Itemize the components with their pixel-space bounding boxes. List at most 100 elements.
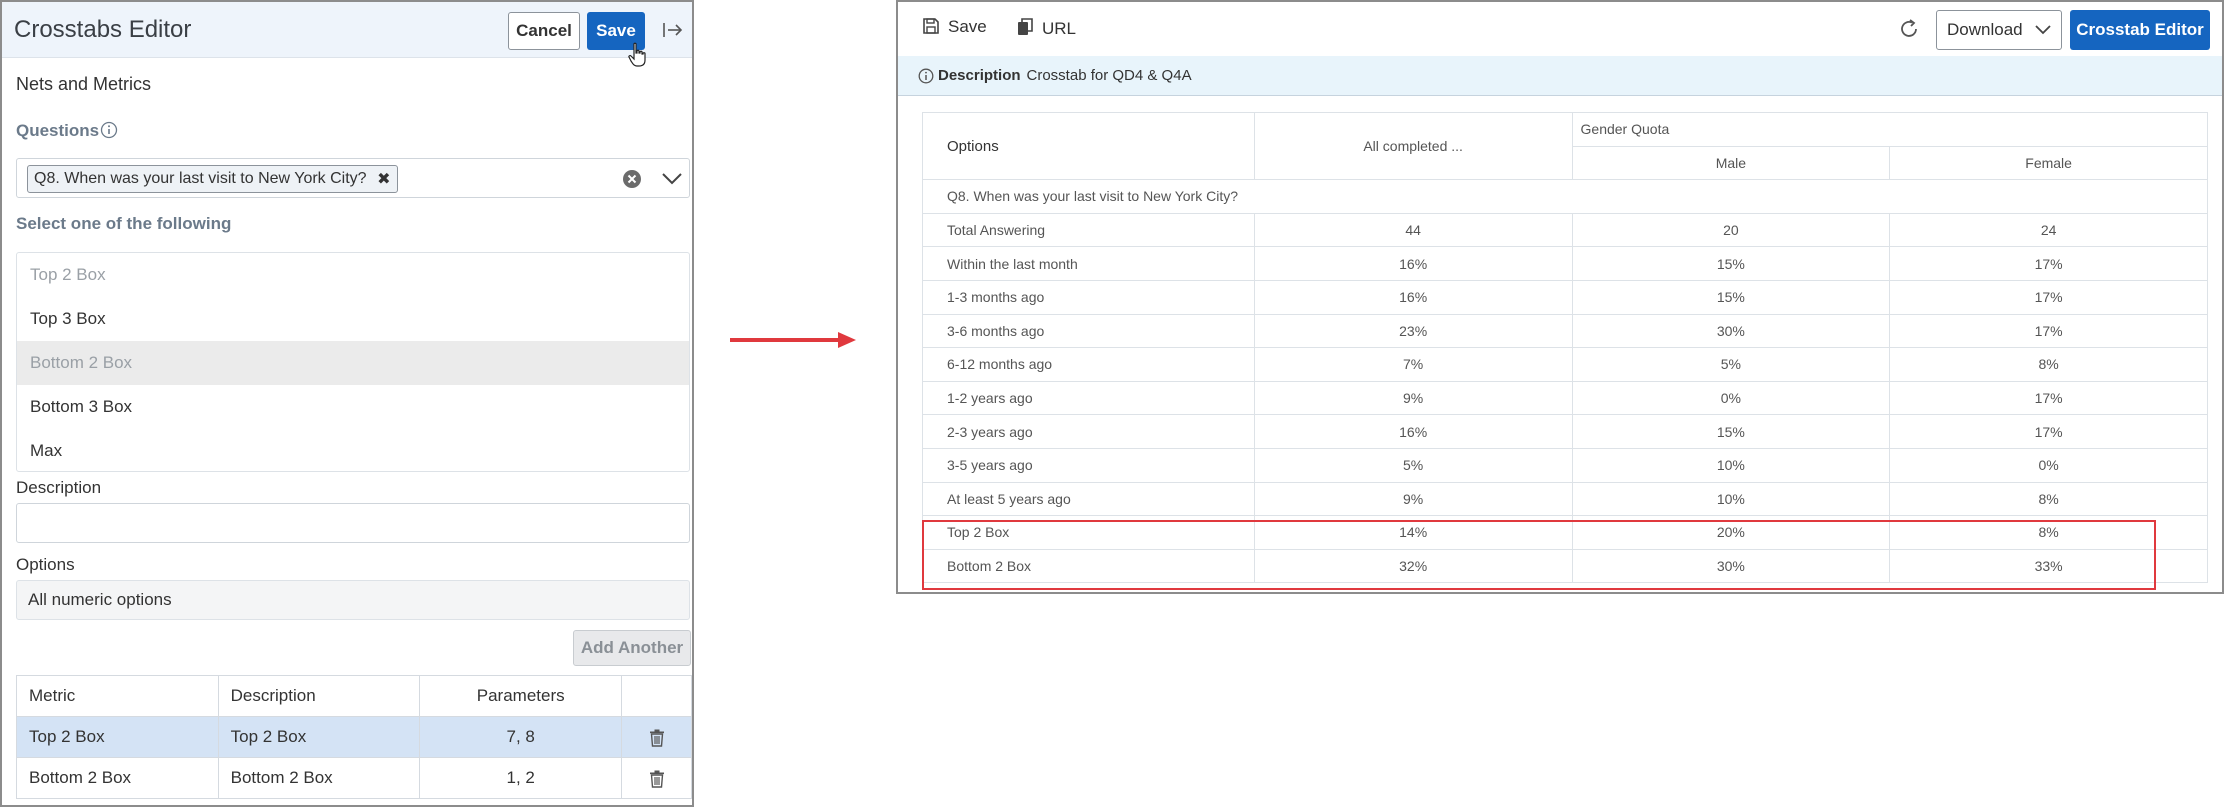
add-another-button[interactable]: Add Another xyxy=(573,630,691,666)
refresh-icon[interactable] xyxy=(1898,18,1920,40)
row-label: 1-2 years ago xyxy=(922,380,1255,416)
male-value: 15% xyxy=(1571,279,1891,315)
options-field[interactable]: All numeric options xyxy=(16,580,690,620)
male-value: 15% xyxy=(1571,414,1891,449)
female-value: 17% xyxy=(1889,414,2208,449)
male-value: 20 xyxy=(1571,212,1891,248)
copy-icon xyxy=(1018,18,1033,35)
metric-cell: Bottom 2 Box xyxy=(16,757,219,799)
table-row: Within the last month 16% 15% 17% xyxy=(922,246,2208,281)
description-bold-label: Description xyxy=(938,67,1021,84)
male-value: 30% xyxy=(1571,548,1891,584)
male-value: 20% xyxy=(1571,515,1891,550)
table-row[interactable]: Bottom 2 Box Bottom 2 Box 1, 2 xyxy=(16,757,692,799)
parameters-cell: 7, 8 xyxy=(419,716,623,758)
editor-title: Crosstabs Editor xyxy=(14,16,192,43)
header-female: Female xyxy=(1889,145,2208,181)
male-value: 0% xyxy=(1571,380,1891,416)
toolbar-url-label: URL xyxy=(1042,19,1077,38)
crosstab-header-row: Options All completed ... Gender Quota xyxy=(922,111,2209,181)
table-row: 3-5 years ago 5% 10% 0% xyxy=(922,447,2208,483)
header-options: Options xyxy=(922,111,1255,181)
male-value: 30% xyxy=(1571,313,1891,349)
question-row: Q8. When was your last visit to New York… xyxy=(922,179,2208,214)
crosstab-editor-button[interactable]: Crosstab Editor xyxy=(2070,10,2210,50)
female-value: 33% xyxy=(1889,548,2208,584)
table-row: Bottom 2 Box 32% 30% 33% xyxy=(922,548,2208,584)
female-value: 8% xyxy=(1889,515,2208,550)
all-completed-value: 7% xyxy=(1253,347,1573,382)
column-header-parameters: Parameters xyxy=(419,675,623,717)
table-row[interactable]: Top 2 Box Top 2 Box 7, 8 xyxy=(16,716,692,758)
metric-options-list: Top 2 Box Top 3 Box Bottom 2 Box Bottom … xyxy=(16,252,690,472)
info-icon xyxy=(918,68,934,84)
trash-icon[interactable] xyxy=(649,770,665,788)
viewer-toolbar: Save URL Download Crosstab Editor xyxy=(898,2,2222,56)
metric-cell: Top 2 Box xyxy=(16,716,219,758)
selected-question-chip: Q8. When was your last visit to New York… xyxy=(27,165,398,193)
all-completed-value: 16% xyxy=(1253,279,1573,315)
column-header-description: Description xyxy=(217,675,421,717)
option-bottom-3-box[interactable]: Bottom 3 Box xyxy=(17,385,689,429)
column-header-metric: Metric xyxy=(16,675,219,717)
download-label: Download xyxy=(1947,20,2023,39)
crosstab-table: Options All completed ... Gender Quota M… xyxy=(922,111,2209,584)
cancel-button[interactable]: Cancel xyxy=(508,12,580,50)
male-value: 5% xyxy=(1571,347,1891,382)
toolbar-save-button[interactable]: Save xyxy=(922,17,987,41)
description-text: Crosstab for QD4 & Q4A xyxy=(1026,67,1192,84)
floppy-disk-icon xyxy=(923,18,939,34)
toolbar-url-button[interactable]: URL xyxy=(1016,17,1076,41)
metrics-table-header: Metric Description Parameters xyxy=(16,675,692,717)
chevron-down-icon xyxy=(2035,25,2051,35)
row-label: Total Answering xyxy=(922,212,1255,248)
header-all-completed: All completed ... xyxy=(1253,111,1573,181)
info-icon[interactable] xyxy=(100,121,118,139)
female-value: 24 xyxy=(1889,212,2208,248)
metrics-table: Metric Description Parameters Top 2 Box … xyxy=(16,675,692,799)
header-male: Male xyxy=(1571,145,1891,181)
table-row: 3-6 months ago 23% 30% 17% xyxy=(922,313,2208,349)
questions-label: Questions xyxy=(16,121,100,140)
option-max[interactable]: Max xyxy=(17,429,689,473)
remove-chip-icon[interactable]: ✖ xyxy=(377,167,390,193)
row-label: Top 2 Box xyxy=(922,515,1255,550)
female-value: 17% xyxy=(1889,380,2208,416)
male-value: 10% xyxy=(1571,481,1891,517)
row-label: 3-5 years ago xyxy=(922,447,1255,483)
row-label: Bottom 2 Box xyxy=(922,548,1255,584)
description-label: Description xyxy=(16,478,102,497)
collapse-panel-icon[interactable] xyxy=(662,20,684,40)
column-header-actions xyxy=(621,675,692,717)
crosstab-viewer-panel: Save URL Download Crosstab Editor Descri… xyxy=(896,0,2224,594)
table-row: 1-2 years ago 9% 0% 17% xyxy=(922,380,2208,416)
female-value: 17% xyxy=(1889,313,2208,349)
table-row: Top 2 Box 14% 20% 8% xyxy=(922,515,2208,550)
table-row: At least 5 years ago 9% 10% 8% xyxy=(922,481,2208,517)
female-value: 8% xyxy=(1889,481,2208,517)
all-completed-value: 16% xyxy=(1253,246,1573,281)
description-bar: Description Crosstab for QD4 & Q4A xyxy=(898,56,2222,96)
row-label: 3-6 months ago xyxy=(922,313,1255,349)
parameters-cell: 1, 2 xyxy=(419,757,623,799)
trash-icon[interactable] xyxy=(649,729,665,747)
question-select[interactable]: Q8. When was your last visit to New York… xyxy=(16,158,690,198)
selected-question-label: Q8. When was your last visit to New York… xyxy=(34,170,367,187)
all-completed-value: 23% xyxy=(1253,313,1573,349)
actions-cell xyxy=(621,757,692,799)
hand-pointer-cursor-icon xyxy=(628,42,646,67)
row-label: At least 5 years ago xyxy=(922,481,1255,517)
table-row: 2-3 years ago 16% 15% 17% xyxy=(922,414,2208,449)
option-top-3-box[interactable]: Top 3 Box xyxy=(17,297,689,341)
description-input[interactable] xyxy=(16,503,690,543)
section-title: Nets and Metrics xyxy=(16,74,152,94)
row-label: 2-3 years ago xyxy=(922,414,1255,449)
chevron-down-icon[interactable] xyxy=(661,171,683,187)
toolbar-save-label: Save xyxy=(948,17,987,36)
clear-selection-icon[interactable] xyxy=(622,169,642,189)
table-row: Total Answering 44 20 24 xyxy=(922,212,2208,248)
all-completed-value: 14% xyxy=(1253,515,1573,550)
download-dropdown-button[interactable]: Download xyxy=(1936,10,2062,50)
all-completed-value: 5% xyxy=(1253,447,1573,483)
all-completed-value: 44 xyxy=(1253,212,1573,248)
